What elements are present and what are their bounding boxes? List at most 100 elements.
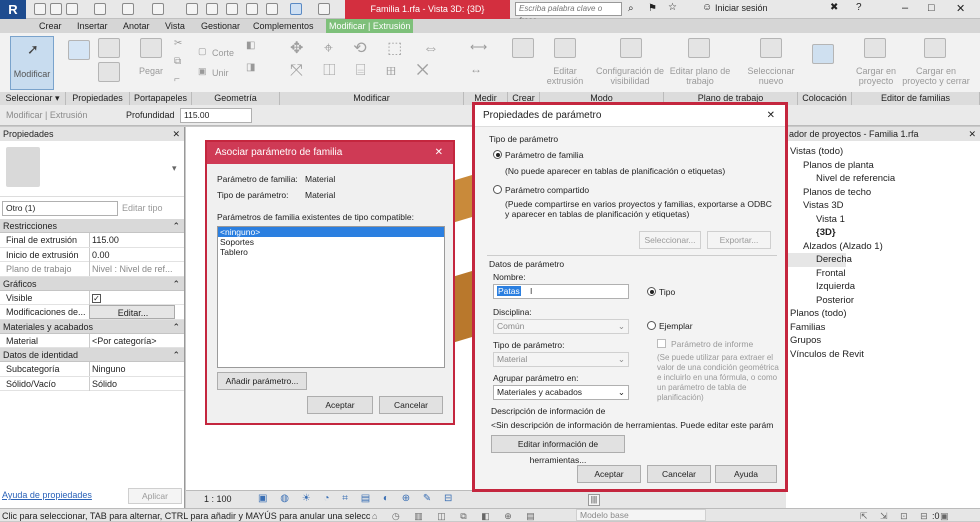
properties-close-button[interactable]: ✕ [172,127,180,141]
browser-tree-item[interactable]: Nivel de referencia [786,172,980,186]
revit-logo-icon[interactable]: R [0,0,26,19]
edit-overrides-button[interactable]: Editar... [89,305,175,319]
sign-in-link[interactable]: Iniciar sesión [715,3,768,13]
browser-tree-item[interactable]: Familias [786,321,980,335]
select-button[interactable]: Seleccionar... [639,231,701,249]
create-icon[interactable] [512,38,534,58]
shared-param-radio[interactable] [493,185,502,194]
cut-geometry-icon[interactable]: ▢ [198,46,207,57]
worksharing-icon[interactable]: ⌂ ◷ ▥ ◫ ⧉ ◧ ⊕ ▤ [372,510,541,522]
join-button[interactable]: Unir [212,68,229,78]
name-input-value[interactable]: Patas [497,286,521,296]
tab-gestionar[interactable]: Gestionar [198,19,243,33]
undo-icon[interactable] [94,3,106,15]
join-geometry-icon[interactable]: ▣ [198,66,207,77]
browser-tree-item[interactable]: Vistas 3D [786,199,980,213]
measure-icon[interactable] [186,3,198,15]
browser-tree-item[interactable]: Frontal [786,267,980,281]
compatible-params-list[interactable]: <ninguno> Soportes Tablero [217,226,445,368]
text-icon[interactable] [246,3,258,15]
maximize-button[interactable]: □ [928,2,935,14]
geometry-tool2-icon[interactable]: ◨ [246,62,255,73]
family-types-icon[interactable] [98,62,120,82]
tag-icon[interactable] [226,3,238,15]
prop-value[interactable]: 115.00 [89,233,175,247]
tab-modificar-extrusion[interactable]: Modificar | Extrusión [326,19,414,33]
load-close-icon[interactable] [924,38,946,58]
cut-clip-icon[interactable]: ✂ [174,38,182,49]
family-param-radio[interactable] [493,150,502,159]
type-dropdown-arrow-icon[interactable]: ▾ [172,163,177,174]
browser-tree-item[interactable]: Planos (todo) [786,307,980,321]
apply-button[interactable]: Aplicar [128,488,182,504]
section-graficos[interactable]: Gráficos ⌃ [0,276,184,291]
browser-tree-item[interactable]: Vista 1 [786,213,980,227]
tab-anotar[interactable]: Anotar [120,19,153,33]
browser-tree-item[interactable]: Grupos [786,334,980,348]
dimension-icon[interactable] [206,3,218,15]
filter-count[interactable]: :0 [932,510,940,522]
prop-row-overrides[interactable]: Modificaciones de... Editar... [0,305,184,320]
properties-help-link[interactable]: Ayuda de propiedades [2,490,92,500]
visible-checkbox[interactable]: ✓ [89,290,175,305]
section-materiales[interactable]: Materiales y acabados ⌃ [0,319,184,334]
user-icon[interactable]: ☺ [702,2,712,13]
prop-value[interactable]: <Por categoría> [89,333,175,348]
load-close-button[interactable]: Cargar en proyecto y cerrar [900,66,972,86]
modify-tools-icon[interactable]: ✥ ⌖ ⟲ ⬚ ⇔ [290,38,447,58]
prop-value[interactable]: Sólido [89,376,175,391]
design-option-select[interactable]: Modelo base [576,509,706,521]
load-project-button[interactable]: Cargar en proyecto [852,66,900,86]
type-radio[interactable] [647,287,656,296]
param-accept-button[interactable]: Aceptar [577,465,641,483]
depth-input[interactable]: 115.00 [180,108,252,123]
load-project-icon[interactable] [864,38,886,58]
browser-tree-item[interactable]: Planos de planta [786,159,980,173]
placement-icon[interactable] [812,44,834,64]
param-dialog-close-button[interactable]: ✕ [767,105,775,127]
collapse-icon[interactable]: ⌃ [172,348,180,362]
collapse-icon[interactable]: ⌃ [172,320,180,334]
list-item[interactable]: Soportes [218,237,444,247]
tab-insertar[interactable]: Insertar [74,19,111,33]
minimize-button[interactable]: – [902,2,908,14]
view-tools-icon[interactable]: ▣ ◍ ☀ ◔ ⌗ ▤ ◐ ⊕ ✎ ⊟ [258,493,457,504]
section-identidad[interactable]: Datos de identidad ⌃ [0,348,184,362]
visibility-settings-button[interactable]: Configuración de visibilidad [586,66,674,86]
prop-row-solid-void[interactable]: Sólido/Vacío Sólido [0,376,184,391]
type-properties-icon[interactable] [98,38,120,58]
prop-row-extrusion-end[interactable]: Final de extrusión 115.00 [0,233,184,248]
instance-radio[interactable] [647,321,656,330]
associate-dialog-close-button[interactable]: ✕ [435,142,443,164]
3d-view-icon[interactable] [266,3,278,15]
instance-filter-select[interactable]: Otro (1) [2,201,118,216]
help-icon[interactable]: ? [856,2,862,13]
prop-value[interactable]: Ninguno [89,362,175,376]
report-param-checkbox[interactable] [657,339,666,348]
copy-icon[interactable]: ⧉ [174,56,181,67]
browser-tree-item[interactable]: {3D} [786,226,980,240]
paste-button[interactable]: Pegar [134,66,168,76]
close-window-button[interactable]: ✕ [956,2,965,15]
select-new-icon[interactable] [760,38,782,58]
edit-tooltip-button[interactable]: Editar información de herramientas... [491,435,625,465]
scrollbar-handle[interactable]: ||| [588,494,600,506]
tab-complementos[interactable]: Complementos [250,19,317,33]
exchange-icon[interactable]: ✖ [830,2,838,13]
open-icon[interactable] [34,3,46,15]
browser-tree-item[interactable]: Alzados (Alzado 1) [786,240,980,254]
edit-workplane-icon[interactable] [688,38,710,58]
geometry-tool-icon[interactable]: ◧ [246,40,255,51]
section-restricciones[interactable]: Restricciones ⌃ [0,219,184,233]
discipline-select[interactable]: Común ⌄ [493,319,629,334]
tab-vista[interactable]: Vista [162,19,188,33]
param-cancel-button[interactable]: Cancelar [647,465,711,483]
list-item[interactable]: <ninguno> [218,227,444,237]
save-icon[interactable] [50,3,62,15]
browser-tree-item[interactable]: Posterior [786,294,980,308]
cut-button[interactable]: Corte [212,48,234,58]
browser-tree-item[interactable]: Planos de techo [786,186,980,200]
prop-row-subcategory[interactable]: Subcategoría Ninguno [0,362,184,377]
properties-icon[interactable] [68,40,90,60]
associate-accept-button[interactable]: Aceptar [307,396,373,414]
